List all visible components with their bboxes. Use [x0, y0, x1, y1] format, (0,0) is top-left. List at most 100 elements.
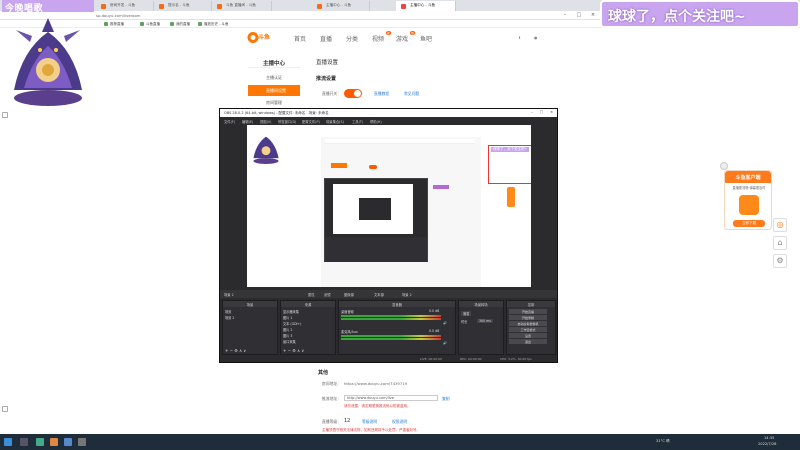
- permission-link[interactable]: 权限说明: [392, 419, 407, 425]
- mixer-track-level: 0.0 dB: [429, 309, 440, 313]
- push-address-input[interactable]: http://www.douyu.com/live: [344, 395, 438, 401]
- tutorial-link[interactable]: 直播教程: [374, 91, 389, 97]
- sidebar-item-verify[interactable]: 主播认证: [248, 72, 300, 83]
- duration-input[interactable]: 300 ms: [477, 319, 493, 323]
- avatar[interactable]: ●: [534, 35, 537, 40]
- start-recording-button[interactable]: 开始录制: [509, 315, 547, 320]
- transitions-dock-title: 场景转场: [459, 301, 503, 307]
- copy-button[interactable]: 复制: [442, 396, 450, 402]
- obs-menu-file[interactable]: 文件(F): [224, 119, 235, 124]
- obs-chip-image[interactable]: 图像源: [344, 292, 354, 297]
- obs-titlebar: OBS 28.0.2 (64-bit, windows) - 配置文件: 未命名…: [220, 109, 557, 117]
- browser-tab[interactable]: 房间开发 - 斗鱼: [96, 1, 154, 11]
- cart-icon[interactable]: [2, 112, 8, 118]
- douyu-favicon-icon: [159, 4, 164, 9]
- tab-label: 斗鱼 直播间 - 斗鱼: [226, 3, 256, 7]
- scene-item[interactable]: 场景: [225, 309, 231, 314]
- room-address-value[interactable]: https://www.douyu.com/7439719: [344, 381, 407, 386]
- settings-icon[interactable]: [2, 406, 8, 412]
- obs-source-toolbar: 场景 2 属性 滤镜 图像源 文本源 场景 2: [220, 290, 557, 298]
- obs-icon[interactable]: [78, 438, 86, 446]
- maximize-icon[interactable]: □: [574, 12, 584, 18]
- other-title: 其他: [318, 370, 329, 376]
- transition-select[interactable]: 渐变: [461, 311, 472, 316]
- bookmark-item[interactable]: 播放历史 - 斗鱼: [198, 22, 229, 27]
- sidebar-item-room-manage[interactable]: 房间管理: [248, 97, 300, 108]
- browser-tab[interactable]: 主播中心 - 斗鱼: [312, 1, 370, 11]
- exit-button[interactable]: 退出: [509, 339, 547, 344]
- nav-home[interactable]: 首页: [294, 34, 306, 43]
- download-app-button[interactable]: 立即下载: [733, 220, 765, 227]
- obs-chip-filters[interactable]: 滤镜: [324, 292, 331, 297]
- close-icon[interactable]: ×: [588, 12, 598, 18]
- level-info-link[interactable]: 等级说明: [362, 419, 377, 425]
- level-value: 12: [344, 418, 351, 424]
- source-add-icon[interactable]: + − ⚙ ∧ ∨: [283, 348, 304, 353]
- browser-tab[interactable]: 提示名 - 斗鱼: [154, 1, 212, 11]
- mixer-meter: [341, 315, 441, 317]
- home-icon[interactable]: ⌂: [773, 236, 787, 250]
- nav-video[interactable]: 视频: [372, 34, 384, 43]
- studio-mode-button[interactable]: 工作室模式: [509, 327, 547, 332]
- settings-gear-icon[interactable]: ⚙: [773, 254, 787, 268]
- promo-close-icon[interactable]: [720, 162, 728, 170]
- source-item[interactable]: 显示器采集: [283, 309, 299, 314]
- live-toggle[interactable]: [344, 89, 362, 98]
- feedback-icon[interactable]: ◎: [773, 218, 787, 232]
- browser-icon[interactable]: [64, 438, 72, 446]
- speaker-icon[interactable]: 🔊: [443, 321, 447, 325]
- obs-menubar: 文件(F) 编辑(E) 视图(V) 停靠窗口(D) 配置文件(P) 场景集合(S…: [220, 117, 557, 124]
- speaker-icon[interactable]: 🔊: [443, 341, 447, 345]
- nav-live[interactable]: 直播: [320, 34, 332, 43]
- source-item[interactable]: 图片 2: [283, 327, 292, 332]
- minimize-icon[interactable]: –: [560, 12, 570, 18]
- obs-status-bar: LIVE: 00:00:00 REC: 00:00:00 CPU: 3.2%, …: [220, 357, 557, 362]
- url-text[interactable]: sp.douyu.com/liveroom: [96, 13, 141, 18]
- settings-button[interactable]: 设置: [509, 333, 547, 338]
- app-icon[interactable]: [50, 438, 58, 446]
- source-item[interactable]: 文本 (GDI+): [283, 321, 301, 326]
- browser-tab[interactable]: 斗鱼 直播间 - 斗鱼: [212, 1, 272, 11]
- faq-link[interactable]: 常见问题: [404, 91, 419, 97]
- scene-item[interactable]: 场景 2: [225, 315, 234, 320]
- source-item[interactable]: 窗口采集: [283, 339, 296, 344]
- sidebar-item-room-settings[interactable]: 直播间设置: [248, 85, 300, 96]
- obs-chip-scene: 场景 2: [224, 292, 234, 297]
- obs-chip-properties[interactable]: 属性: [308, 292, 315, 297]
- obs-menu-profile[interactable]: 配置文件(P): [302, 119, 320, 124]
- bookmark-item[interactable]: 我的直播: [170, 22, 190, 27]
- browser-tab-active[interactable]: 主播中心 - 斗鱼: [396, 1, 456, 11]
- bookmark-item[interactable]: 斗鱼直播: [140, 22, 160, 27]
- bookmark-item[interactable]: 推荐直播: [104, 22, 124, 27]
- obs-chip-text[interactable]: 文本源: [374, 292, 384, 297]
- virtual-camera-button[interactable]: 启动虚拟摄像机: [509, 321, 547, 326]
- scene-add-icon[interactable]: + − ⚙ ∧ ∨: [225, 348, 246, 353]
- obs-menu-help[interactable]: 帮助(H): [370, 119, 382, 124]
- obs-menu-edit[interactable]: 编辑(E): [242, 119, 253, 124]
- obs-menu-docks[interactable]: 停靠窗口(D): [278, 119, 296, 124]
- level-label: 直播等级：: [322, 419, 341, 424]
- obs-preview-canvas[interactable]: 球球了，点个关注吧~: [247, 125, 531, 287]
- app-icon[interactable]: [36, 438, 44, 446]
- app-icon: [739, 195, 759, 215]
- obs-close-icon[interactable]: ×: [550, 110, 553, 114]
- source-item[interactable]: 图片 1: [283, 315, 292, 320]
- nav-game[interactable]: 游戏: [396, 34, 408, 43]
- search-icon[interactable]: [20, 438, 28, 446]
- obs-menu-scene-collection[interactable]: 场景集合(S): [326, 119, 344, 124]
- obs-menu-view[interactable]: 视图(V): [260, 119, 271, 124]
- logo-text[interactable]: 斗鱼: [258, 32, 270, 41]
- preview-red-bounding-box[interactable]: 球球了，点个关注吧~: [488, 145, 531, 184]
- app-promo-card[interactable]: 斗鱼客户端 直播更流畅 弹幕更及时 立即下载: [724, 170, 772, 230]
- obs-menu-tools[interactable]: 工具(T): [352, 119, 363, 124]
- obs-maximize-icon[interactable]: □: [540, 110, 543, 114]
- start-streaming-button[interactable]: 开始直播: [509, 309, 547, 314]
- obs-window[interactable]: OBS 28.0.2 (64-bit, windows) - 配置文件: 未命名…: [219, 108, 558, 363]
- source-item[interactable]: 图片 3: [283, 333, 292, 338]
- sidebar-title: 主播中心: [248, 56, 300, 68]
- obs-minimize-icon[interactable]: –: [531, 110, 533, 114]
- nav-category[interactable]: 分类: [346, 34, 358, 43]
- nav-fishbar[interactable]: 鱼吧: [420, 34, 432, 43]
- start-menu-icon[interactable]: [4, 438, 12, 446]
- download-icon[interactable]: ⬇: [518, 35, 521, 40]
